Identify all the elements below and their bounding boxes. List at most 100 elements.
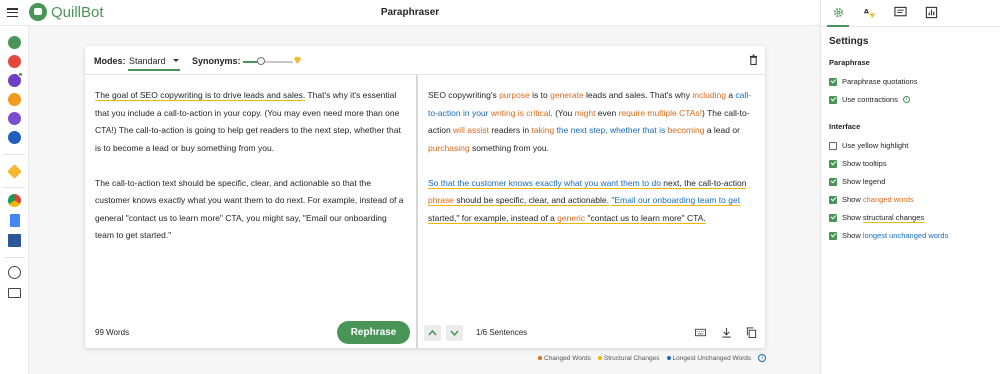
info-icon[interactable]: i: [902, 96, 910, 103]
interface-section-title: Interface: [829, 122, 861, 131]
checkbox-checked[interactable]: [829, 177, 837, 186]
checkbox-checked[interactable]: [829, 213, 837, 222]
changed-word[interactable]: becoming: [668, 125, 705, 135]
co-writer-icon[interactable]: [8, 93, 21, 106]
legend-label: Structural Changes: [603, 354, 660, 362]
premium-diamond-icon: [293, 56, 302, 65]
summarizer-icon[interactable]: [8, 112, 21, 125]
mail-icon[interactable]: [8, 288, 21, 298]
grammar-checker-icon[interactable]: [8, 55, 21, 68]
settings-option[interactable]: Show structural changes: [829, 213, 925, 223]
changed-word[interactable]: phrase: [428, 195, 454, 206]
synonyms-slider[interactable]: [243, 61, 293, 63]
side-panel-tabs: A: [821, 0, 1000, 27]
option-label: Show legend: [842, 177, 886, 186]
chevron-up-icon: [428, 329, 437, 336]
option-label-prefix: Show: [842, 231, 863, 240]
legend-dot: [538, 356, 542, 360]
checkbox-checked[interactable]: [829, 195, 837, 204]
chevron-down-icon[interactable]: [173, 59, 179, 62]
settings-option[interactable]: Show tooltips: [829, 159, 887, 168]
plagiarism-checker-icon[interactable]: [8, 72, 23, 87]
modes-label: Modes:: [94, 56, 126, 66]
option-label-accent: longest unchanged words: [862, 231, 949, 240]
checkbox-checked[interactable]: [829, 159, 837, 168]
mode-select[interactable]: Standard: [129, 56, 166, 66]
next-sentence-button[interactable]: [446, 325, 463, 341]
color-legend: Changed Words Structural Changes Longest…: [538, 354, 767, 362]
settings-option[interactable]: Show legend: [829, 177, 885, 186]
left-tool-rail: [0, 26, 29, 374]
word-icon[interactable]: [8, 234, 21, 247]
text-segment: a lead or: [704, 125, 740, 135]
settings-option[interactable]: Use contractions i: [829, 95, 910, 104]
legend-dot: [597, 356, 602, 360]
legend-label: Longest Unchanged Words: [672, 354, 752, 362]
longest-unchanged-words[interactable]: So that the customer knows exactly what …: [428, 177, 661, 189]
changed-word[interactable]: generate: [550, 90, 584, 100]
option-label-prefix: Show: [842, 213, 863, 222]
translate-icon[interactable]: A: [863, 6, 876, 19]
output-text-area[interactable]: SEO copywriting's purpose is to generate…: [418, 75, 765, 315]
rail-divider: [4, 187, 25, 188]
changed-word[interactable]: purpose: [499, 90, 530, 100]
paraphraser-card: Modes: Standard Synonyms: The goal of SE…: [85, 46, 765, 348]
checkbox-checked[interactable]: [829, 231, 837, 240]
previous-sentence-button[interactable]: [424, 325, 441, 341]
chevron-down-icon: [450, 330, 459, 337]
longest-unchanged-words[interactable]: "Email our onboarding team to get: [611, 195, 741, 206]
text-segment: SEO copywriting's: [428, 90, 500, 100]
changed-word[interactable]: might: [575, 108, 596, 118]
settings-gear-icon[interactable]: [832, 6, 845, 19]
settings-option[interactable]: Show longest unchanged words: [829, 231, 948, 240]
copy-icon[interactable]: [746, 327, 757, 338]
text-segment: even: [595, 107, 619, 118]
comments-icon[interactable]: [894, 6, 907, 19]
word-count: 99 Words: [95, 328, 130, 337]
output-footer: 1/6 Sentences: [418, 319, 765, 348]
paragraph: So that the customer knows exactly what …: [428, 175, 755, 228]
longest-unchanged-words[interactable]: the next step, whether that is: [557, 125, 666, 135]
keyboard-icon[interactable]: [695, 327, 706, 338]
changed-word[interactable]: taking: [531, 125, 554, 135]
google-docs-icon[interactable]: [10, 214, 20, 227]
svg-text:A: A: [864, 7, 869, 15]
changed-word[interactable]: purchasing: [428, 143, 470, 153]
checkbox-checked[interactable]: [829, 77, 837, 86]
rail-divider: [4, 257, 25, 258]
changed-word[interactable]: including: [692, 90, 726, 100]
settings-title: Settings: [829, 36, 869, 47]
changed-word[interactable]: generic: [557, 212, 586, 224]
active-tab-indicator: [827, 25, 849, 27]
statistics-icon[interactable]: [925, 6, 938, 19]
settings-option[interactable]: Show changed words: [829, 195, 914, 204]
checkbox-checked[interactable]: [829, 95, 837, 104]
input-text-area[interactable]: The goal of SEO copywriting is to drive …: [85, 75, 416, 315]
settings-option[interactable]: Paraphrase quotations: [829, 77, 917, 86]
paraphraser-icon[interactable]: [8, 36, 21, 49]
premium-icon[interactable]: [7, 164, 22, 179]
modes-toolbar: Modes: Standard Synonyms:: [85, 46, 765, 75]
info-icon[interactable]: i: [758, 354, 767, 362]
help-icon[interactable]: [8, 266, 21, 279]
structural-change-segment: should be specific, clear, and actionabl…: [454, 195, 609, 206]
top-bar: QuillBot Paraphraser: [0, 0, 820, 26]
changed-word[interactable]: require multiple CTAs!: [619, 108, 702, 118]
synonyms-slider-handle[interactable]: [256, 57, 265, 65]
changed-word[interactable]: writing is critical: [491, 108, 551, 118]
paraphrase-section-title: Paraphrase: [829, 58, 870, 67]
legend-label: Changed Words: [544, 354, 591, 362]
chrome-extension-icon[interactable]: [8, 194, 21, 207]
changed-word[interactable]: will assist: [453, 125, 489, 135]
settings-panel: A Settings Paraphrase Paraphrase quotati…: [820, 0, 1000, 374]
checkbox-unchecked[interactable]: [829, 141, 837, 150]
citation-generator-icon[interactable]: [8, 131, 21, 144]
paragraph: The goal of SEO copywriting is to drive …: [95, 87, 406, 157]
text-segment: The call-to-action text should be specif…: [95, 177, 404, 241]
structural-change-segment: next, the call-to-action: [660, 177, 747, 189]
paragraph: SEO copywriting's purpose is to generate…: [428, 87, 755, 157]
trash-icon[interactable]: [749, 54, 758, 65]
download-icon[interactable]: [721, 327, 732, 338]
rephrase-button[interactable]: Rephrase: [337, 321, 410, 344]
settings-option[interactable]: Use yellow highlight: [829, 141, 908, 150]
